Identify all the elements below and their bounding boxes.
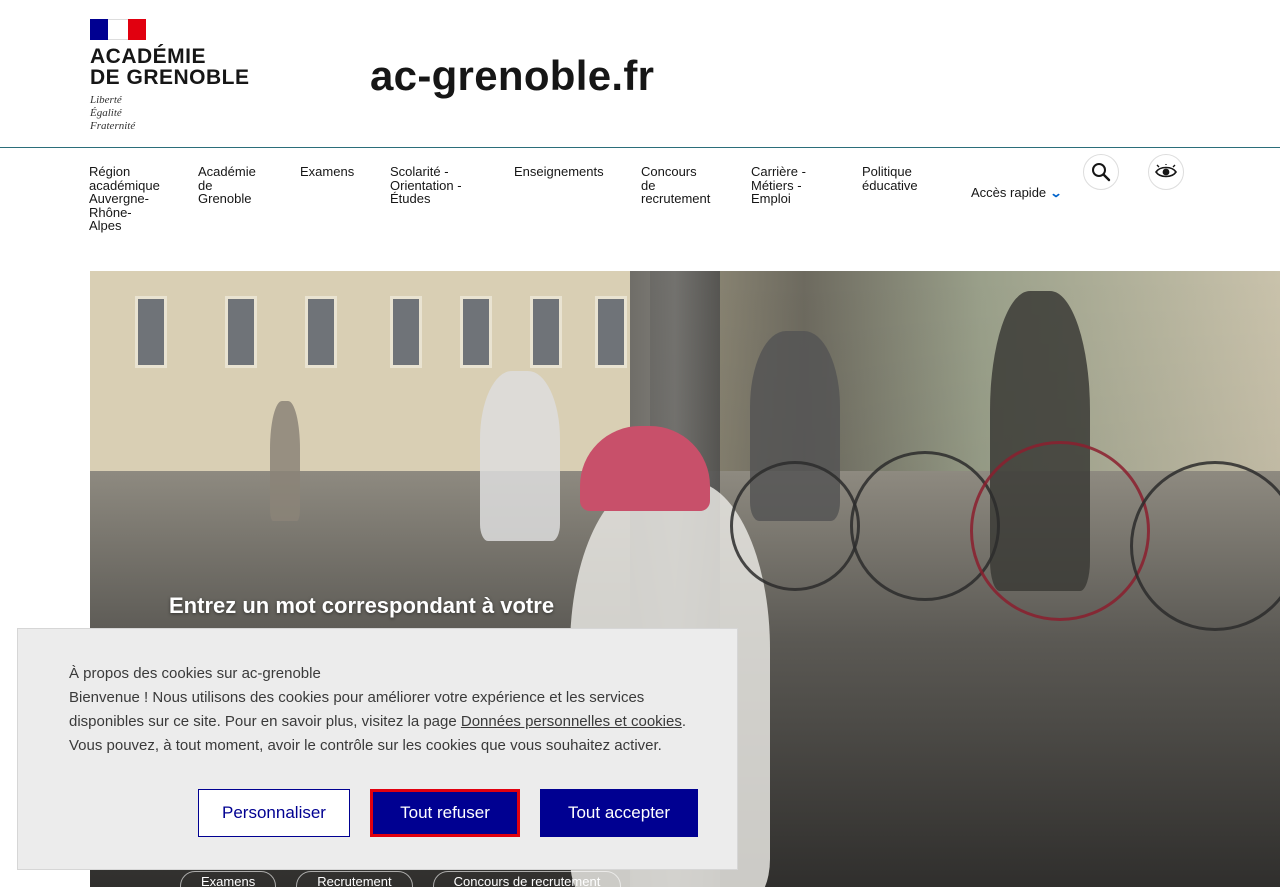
logo-title-line2: DE GRENOBLE (90, 66, 250, 89)
nav-item-label: Région (89, 164, 131, 179)
search-icon (1092, 163, 1111, 182)
nav-item-examens[interactable]: Examens (300, 165, 354, 179)
privacy-policy-link[interactable]: Données personnelles et cookies (461, 713, 682, 730)
search-button[interactable] (1083, 154, 1119, 190)
cookie-body-part3: Vous pouvez, à tout moment, avoir le con… (69, 737, 662, 754)
cookie-text: À propos des cookies sur ac-grenoble Bie… (69, 662, 709, 758)
nav-item-label: Examens (300, 164, 355, 179)
cookie-body: Bienvenue ! Nous utilisons des cookies p… (69, 686, 709, 734)
hero-quick-links: Examens Recrutement Concours de recrutem… (180, 871, 622, 887)
motto-line2: Égalité (90, 107, 122, 119)
building-window (135, 296, 167, 368)
cookie-consent-banner: À propos des cookies sur ac-grenoble Bie… (17, 628, 738, 870)
cookie-title: À propos des cookies sur ac-grenoble (69, 665, 321, 682)
nav-item-label: Études (390, 191, 431, 206)
nav-item-label: Enseignements (514, 164, 604, 179)
marianne-flag-icon (90, 19, 146, 40)
building-window (460, 296, 492, 368)
nav-item-label: académique (89, 177, 160, 193)
building-window (225, 296, 257, 368)
nav-item-label: Métiers - (751, 177, 802, 193)
quick-access-menu[interactable]: Accès rapide ⌄ (971, 185, 1063, 200)
quick-link-examens[interactable]: Examens (180, 871, 277, 887)
nav-item-scolarite[interactable]: Scolarité - Orientation - Études (390, 165, 462, 206)
eye-icon (1155, 164, 1177, 178)
quick-link-concours[interactable]: Concours de recrutement (432, 871, 622, 887)
academy-logo[interactable]: ACADÉMIE DE GRENOBLE Liberté Égalité Fra… (90, 19, 250, 133)
main-navigation: Région académique Auvergne- Rhône- Alpes… (0, 148, 1280, 248)
quick-link-recrutement[interactable]: Recrutement (296, 871, 413, 887)
nav-item-carriere[interactable]: Carrière - Métiers - Emploi (751, 165, 806, 206)
site-header: ACADÉMIE DE GRENOBLE Liberté Égalité Fra… (0, 0, 1280, 148)
site-name[interactable]: ac-grenoble.fr (370, 52, 654, 100)
building-window (530, 296, 562, 368)
building-window (390, 296, 422, 368)
logo-title-line1: ACADÉMIE (90, 45, 207, 68)
school-building (90, 271, 650, 481)
accessibility-button[interactable] (1148, 154, 1184, 190)
nav-item-label: de (198, 177, 213, 193)
nav-item-label: Concours (641, 164, 697, 179)
nav-item-label: Emploi (751, 191, 791, 206)
republic-motto: Liberté Égalité Fraternité (90, 94, 250, 133)
nav-item-label: Politique (862, 164, 912, 179)
nav-item-label: de (641, 177, 656, 193)
seated-person (480, 371, 560, 541)
wheelchair-wheel (730, 461, 860, 591)
chevron-down-icon: ⌄ (1049, 185, 1063, 200)
nav-item-label: éducative (862, 177, 918, 193)
nav-item-academie[interactable]: Académie de Grenoble (198, 165, 256, 206)
nav-item-label: Grenoble (198, 191, 252, 206)
nav-item-enseignements[interactable]: Enseignements (514, 165, 604, 179)
nav-item-label: Académie (198, 164, 256, 179)
nav-item-politique[interactable]: Politique éducative (862, 165, 918, 192)
nav-item-label: Carrière - (751, 164, 806, 179)
nav-item-region[interactable]: Région académique Auvergne- Rhône- Alpes (89, 165, 160, 233)
motto-line3: Fraternité (90, 120, 136, 132)
nav-item-label: Orientation - (390, 177, 462, 193)
accept-all-button[interactable]: Tout accepter (540, 789, 698, 837)
nav-item-label: Alpes (89, 218, 122, 233)
nav-item-label: Rhône- (89, 204, 132, 220)
nav-item-concours[interactable]: Concours de recrutement (641, 165, 710, 206)
cookie-body-part2: . (681, 713, 687, 730)
nav-item-label: Auvergne- (89, 191, 149, 206)
building-window (305, 296, 337, 368)
standing-person (270, 401, 300, 521)
nav-item-label: recrutement (641, 191, 711, 206)
quick-access-label: Accès rapide (971, 185, 1047, 200)
logo-title: ACADÉMIE DE GRENOBLE (90, 46, 250, 88)
motto-line1: Liberté (90, 94, 122, 106)
wheelchair-wheel (970, 441, 1150, 621)
personalize-button[interactable]: Personnaliser (198, 789, 350, 837)
refuse-all-button[interactable]: Tout refuser (370, 789, 520, 837)
hero-search-prompt: Entrez un mot correspondant à votre (169, 593, 555, 618)
building-window (595, 296, 627, 368)
nav-item-label: Scolarité - (390, 164, 449, 179)
